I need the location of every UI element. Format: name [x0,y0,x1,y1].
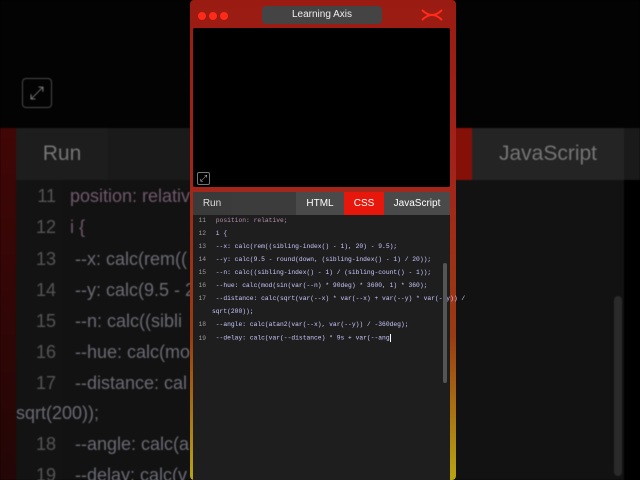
text-cursor [389,334,391,342]
tab-css[interactable]: CSS [344,192,384,215]
code-line-active: 19 --delay: calc(var(--distance) * 9s + … [198,334,391,342]
code-line: 11 position: relative; [198,217,288,224]
code-line: 15 --n: calc((sibling-index() - 1) / (si… [198,269,432,276]
tab-html[interactable]: HTML [296,192,344,215]
code-line: 12 i { [198,230,228,237]
maximize-dot[interactable] [220,12,228,20]
code-editor[interactable]: 11 position: relative; 12 i { 13 --x: ca… [193,215,465,480]
tab-javascript[interactable]: JavaScript [384,192,450,215]
close-dot[interactable] [198,12,206,20]
background-code-line: 13 --x: calc(rem(( [35,249,187,269]
background-js-tab: JavaScript [472,128,624,180]
background-code-line: 18 --angle: calc(a [35,434,190,454]
editor-scrollbar[interactable] [443,263,447,383]
code-line: 17 --distance: calc(sqrt(var(--x) * var(… [198,295,466,302]
background-run-tab: Run [16,128,108,180]
code-line: 16 --hue: calc(mod(sin(var(--n) * 90deg)… [198,282,428,289]
background-code-line: 15 --n: calc((sibli [35,311,183,331]
brand-logo-icon [421,9,443,21]
expand-icon[interactable]: ⤢ [197,172,210,185]
title-bar: Learning Axis [190,0,456,30]
background-scrollbar [614,296,622,476]
background-code-line: 19 --delay: calc(v [35,465,188,480]
app-window: Learning Axis ⤢ Run HTML CSS JavaScript … [190,0,465,480]
background-code-line: sqrt(200)); [16,403,100,423]
screen: ⤢ Run JavaScript 11 position: relative; 1… [0,0,640,480]
minimize-dot[interactable] [209,12,217,20]
code-line: 13 --x: calc(rem((sibling-index() - 1), … [198,243,398,250]
code-line: 14 --y: calc(9.5 - round(down, (sibling-… [198,256,432,263]
code-line: sqrt(200)); [212,308,254,315]
background-code-line: 11 position: relative; [37,186,206,206]
preview-pane: ⤢ [193,28,450,187]
background-expand-icon: ⤢ [22,78,52,108]
background-code-line: 12 i { [35,217,86,237]
editor-tabbar: Run HTML CSS JavaScript [193,192,450,215]
run-button[interactable]: Run [193,192,231,215]
line-gutter [193,215,209,480]
code-line: 18 --angle: calc(atan2(var(--x), var(--y… [198,321,409,328]
window-title: Learning Axis [262,6,382,24]
